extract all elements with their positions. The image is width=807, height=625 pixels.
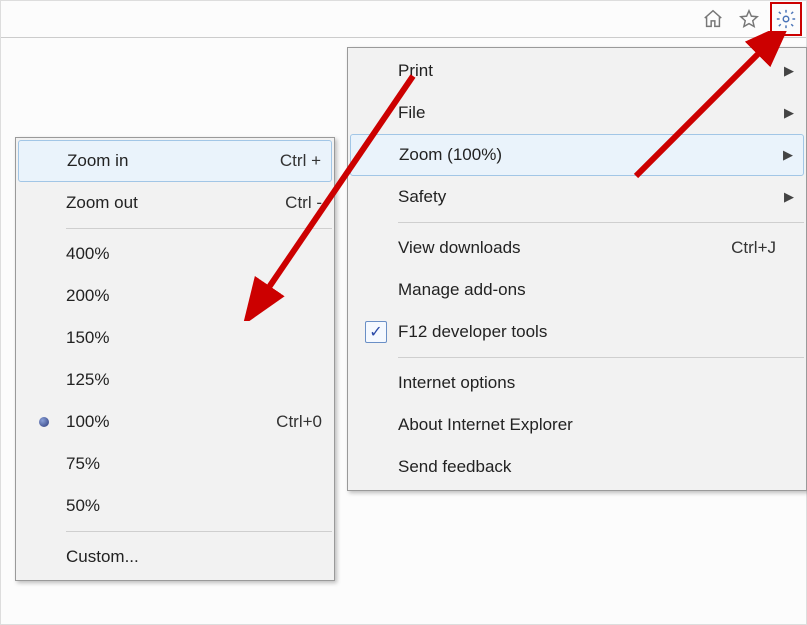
menu-label: Manage add-ons (398, 280, 776, 300)
menu-item-about-ie[interactable]: About Internet Explorer (350, 404, 804, 446)
zoom-submenu: Zoom in Ctrl + Zoom out Ctrl - 400% 200%… (15, 137, 335, 581)
menu-item-manage-addons[interactable]: Manage add-ons (350, 269, 804, 311)
menu-separator (398, 222, 804, 223)
gear-icon[interactable] (775, 8, 797, 30)
menu-item-view-downloads[interactable]: View downloads Ctrl+J (350, 227, 804, 269)
menu-shortcut: Ctrl + (260, 151, 321, 171)
menu-label: 150% (66, 328, 322, 348)
menu-item-zoom-125[interactable]: 125% (18, 359, 332, 401)
menu-label: About Internet Explorer (398, 415, 776, 435)
menu-item-zoom-75[interactable]: 75% (18, 443, 332, 485)
menu-item-zoom-100[interactable]: 100% Ctrl+0 (18, 401, 332, 443)
menu-label: 200% (66, 286, 322, 306)
menu-item-print[interactable]: Print ▶ (350, 50, 804, 92)
menu-item-file[interactable]: File ▶ (350, 92, 804, 134)
menu-label: View downloads (398, 238, 711, 258)
star-icon[interactable] (734, 4, 764, 34)
menu-shortcut: Ctrl+J (711, 238, 776, 258)
menu-shortcut: Ctrl+0 (256, 412, 322, 432)
menu-label: File (398, 103, 776, 123)
menu-item-zoom[interactable]: Zoom (100%) ▶ (350, 134, 804, 176)
menu-separator (66, 228, 332, 229)
browser-toolbar (694, 1, 806, 37)
menu-label: Safety (398, 187, 776, 207)
menu-label: Zoom out (66, 193, 265, 213)
menu-label: Custom... (66, 547, 322, 567)
menu-item-zoom-50[interactable]: 50% (18, 485, 332, 527)
toolbar-divider (1, 37, 806, 38)
submenu-arrow-icon: ▶ (775, 147, 793, 163)
menu-label: Zoom (100%) (399, 145, 775, 165)
menu-label: 400% (66, 244, 322, 264)
menu-item-send-feedback[interactable]: Send feedback (350, 446, 804, 488)
menu-separator (66, 531, 332, 532)
menu-item-zoom-200[interactable]: 200% (18, 275, 332, 317)
tools-button-highlight (770, 2, 802, 36)
menu-item-zoom-in[interactable]: Zoom in Ctrl + (18, 140, 332, 182)
menu-label: F12 developer tools (398, 322, 776, 342)
radio-selected-icon (39, 417, 49, 427)
menu-label: Internet options (398, 373, 776, 393)
submenu-arrow-icon: ▶ (776, 189, 794, 205)
menu-item-safety[interactable]: Safety ▶ (350, 176, 804, 218)
submenu-arrow-icon: ▶ (776, 63, 794, 79)
tools-menu: Print ▶ File ▶ Zoom (100%) ▶ Safety ▶ Vi… (347, 47, 807, 491)
menu-label: Zoom in (67, 151, 260, 171)
submenu-arrow-icon: ▶ (776, 105, 794, 121)
menu-label: Send feedback (398, 457, 776, 477)
menu-item-internet-options[interactable]: Internet options (350, 362, 804, 404)
menu-item-zoom-out[interactable]: Zoom out Ctrl - (18, 182, 332, 224)
check-icon: ✓ (365, 321, 387, 343)
menu-label: 100% (66, 412, 256, 432)
menu-shortcut: Ctrl - (265, 193, 322, 213)
menu-item-zoom-400[interactable]: 400% (18, 233, 332, 275)
home-icon[interactable] (698, 4, 728, 34)
menu-item-f12-devtools[interactable]: ✓ F12 developer tools (350, 311, 804, 353)
menu-label: 125% (66, 370, 322, 390)
menu-label: 50% (66, 496, 322, 516)
menu-item-zoom-150[interactable]: 150% (18, 317, 332, 359)
menu-separator (398, 357, 804, 358)
menu-label: Print (398, 61, 776, 81)
menu-label: 75% (66, 454, 322, 474)
menu-item-zoom-custom[interactable]: Custom... (18, 536, 332, 578)
